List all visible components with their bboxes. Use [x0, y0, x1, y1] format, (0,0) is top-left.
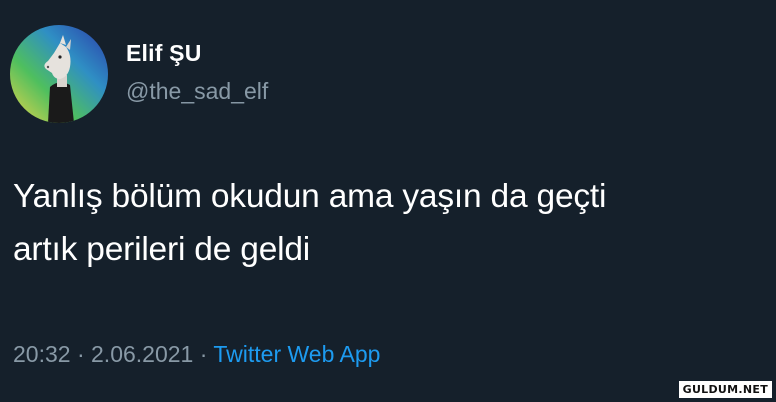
- profile-avatar-icon: [10, 25, 108, 123]
- previous-content-fragment: [0, 0, 776, 2]
- tweet-metadata: 20:32 · 2.06.2021 · Twitter Web App: [13, 341, 380, 368]
- meta-separator: ·: [70, 341, 92, 367]
- profile-avatar[interactable]: [10, 25, 108, 123]
- site-watermark: GULDUM.NET: [678, 381, 772, 398]
- tweet-text-line: Yanlış bölüm okudun ama yaşın da geçti: [13, 178, 607, 215]
- author-handle[interactable]: @the_sad_elf: [126, 78, 268, 105]
- tweet-date[interactable]: 2.06.2021: [91, 341, 193, 367]
- tweet-text-line: artık perileri de geldi: [13, 231, 311, 268]
- tweet-source-link[interactable]: Twitter Web App: [213, 341, 380, 367]
- tweet-text: Yanlış bölüm okudun ama yaşın da geçti a…: [13, 170, 773, 276]
- tweet-time[interactable]: 20:32: [13, 341, 71, 367]
- meta-separator: ·: [193, 341, 214, 367]
- author-display-name[interactable]: Elif ŞU: [126, 40, 202, 67]
